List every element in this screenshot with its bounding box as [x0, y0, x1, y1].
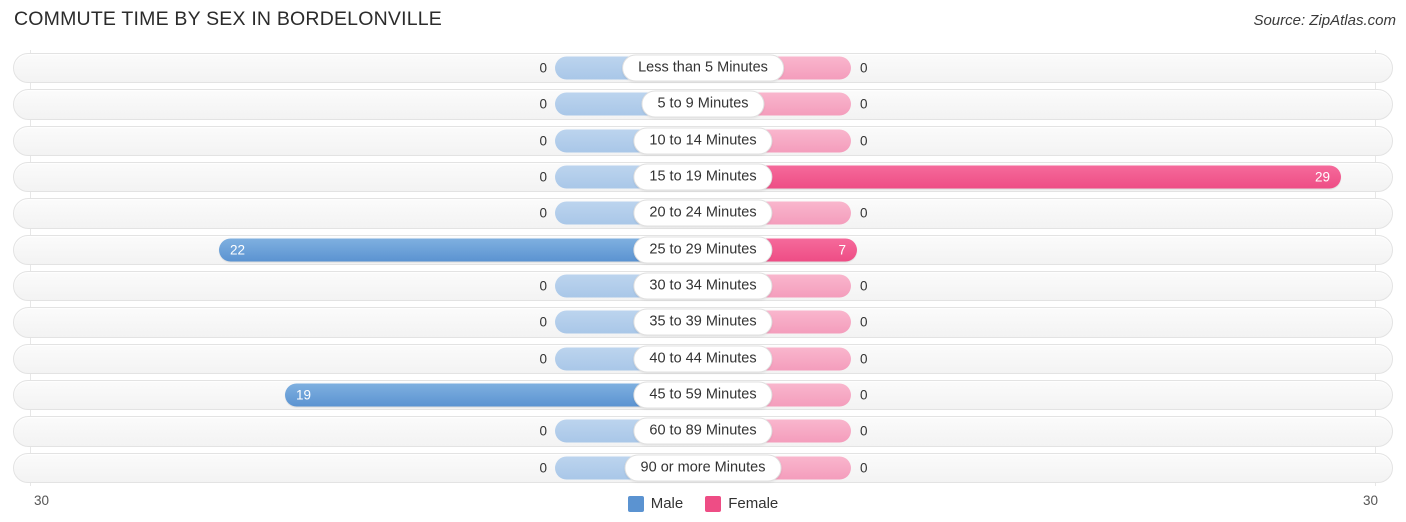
chart-row: 0 29 15 to 19 Minutes	[10, 159, 1396, 195]
legend-label: Male	[650, 495, 684, 512]
chart-row: 0 0 40 to 44 Minutes	[10, 341, 1396, 377]
chart-row: 0 0 10 to 14 Minutes	[10, 123, 1396, 159]
chart-row: 0 0 20 to 24 Minutes	[10, 195, 1396, 231]
source-attribution: Source: ZipAtlas.com	[1253, 12, 1396, 29]
chart-row: 0 0 60 to 89 Minutes	[10, 413, 1396, 449]
chart-row: 19 0 45 to 59 Minutes	[10, 377, 1396, 413]
male-value-label: 0	[539, 60, 547, 76]
legend-item-male[interactable]: Male	[627, 495, 684, 512]
category-label: 35 to 39 Minutes	[633, 308, 773, 336]
female-value-label: 0	[860, 60, 868, 76]
female-value-label: 0	[860, 278, 868, 294]
category-label: 40 to 44 Minutes	[633, 345, 773, 373]
category-label: Less than 5 Minutes	[622, 54, 784, 82]
chart-rows: 0 0 Less than 5 Minutes 0 0 5 to 9 Minutes 0 0 1…	[10, 50, 1396, 486]
female-value-label: 0	[860, 351, 868, 367]
female-value-label: 7	[838, 242, 846, 258]
chart-row: 0 0 35 to 39 Minutes	[10, 304, 1396, 340]
row-bars: 0 0 10 to 14 Minutes	[10, 123, 1396, 159]
female-value-label: 0	[860, 205, 868, 221]
chart-row: 0 0 Less than 5 Minutes	[10, 50, 1396, 86]
male-bar[interactable]: 22	[219, 238, 703, 262]
row-bars: 0 0 60 to 89 Minutes	[10, 413, 1396, 449]
category-label: 45 to 59 Minutes	[633, 381, 773, 409]
female-value-label: 29	[1314, 169, 1330, 185]
category-label: 20 to 24 Minutes	[633, 199, 773, 227]
female-value-label: 0	[860, 133, 868, 149]
female-value-label: 0	[860, 460, 868, 476]
legend-swatch-icon	[705, 495, 722, 512]
legend-label: Female	[728, 495, 779, 512]
chart-row: 0 0 90 or more Minutes	[10, 450, 1396, 486]
row-bars: 0 0 20 to 24 Minutes	[10, 195, 1396, 231]
row-bars: 0 0 40 to 44 Minutes	[10, 341, 1396, 377]
page-title: COMMUTE TIME BY SEX IN BORDELONVILLE	[14, 8, 442, 30]
row-bars: 0 0 5 to 9 Minutes	[10, 86, 1396, 122]
row-bars: 0 0 90 or more Minutes	[10, 450, 1396, 486]
category-label: 60 to 89 Minutes	[633, 417, 773, 445]
male-value-label: 19	[296, 387, 312, 403]
category-label: 10 to 14 Minutes	[633, 127, 773, 155]
male-value-label: 0	[539, 423, 547, 439]
category-label: 5 to 9 Minutes	[641, 90, 765, 118]
female-value-label: 0	[860, 96, 868, 112]
male-value-label: 0	[539, 133, 547, 149]
category-label: 25 to 29 Minutes	[633, 236, 773, 264]
male-value-label: 0	[539, 314, 547, 330]
category-label: 15 to 19 Minutes	[633, 163, 773, 191]
category-label: 90 or more Minutes	[624, 454, 782, 482]
male-value-label: 0	[539, 169, 547, 185]
female-bar[interactable]: 29	[703, 165, 1341, 189]
female-value-label: 0	[860, 314, 868, 330]
legend-swatch-icon	[627, 495, 644, 512]
male-value-label: 0	[539, 278, 547, 294]
row-bars: 19 0 45 to 59 Minutes	[10, 377, 1396, 413]
female-value-label: 0	[860, 387, 868, 403]
chart-row: 0 0 5 to 9 Minutes	[10, 86, 1396, 122]
row-bars: 0 0 Less than 5 Minutes	[10, 50, 1396, 86]
male-value-label: 0	[539, 96, 547, 112]
male-value-label: 0	[539, 205, 547, 221]
chart-row: 22 7 25 to 29 Minutes	[10, 232, 1396, 268]
chart-legend: Male Female	[0, 495, 1406, 512]
row-bars: 0 29 15 to 19 Minutes	[10, 159, 1396, 195]
plot-area: 0 0 Less than 5 Minutes 0 0 5 to 9 Minutes 0 0 1…	[10, 50, 1396, 486]
legend-item-female[interactable]: Female	[705, 495, 778, 512]
male-value-label: 22	[230, 242, 246, 258]
row-bars: 0 0 35 to 39 Minutes	[10, 304, 1396, 340]
category-label: 30 to 34 Minutes	[633, 272, 773, 300]
female-value-label: 0	[860, 423, 868, 439]
row-bars: 0 0 30 to 34 Minutes	[10, 268, 1396, 304]
male-value-label: 0	[539, 351, 547, 367]
row-bars: 22 7 25 to 29 Minutes	[10, 232, 1396, 268]
male-value-label: 0	[539, 460, 547, 476]
chart-row: 0 0 30 to 34 Minutes	[10, 268, 1396, 304]
chart-page: COMMUTE TIME BY SEX IN BORDELONVILLE Sou…	[0, 0, 1406, 522]
